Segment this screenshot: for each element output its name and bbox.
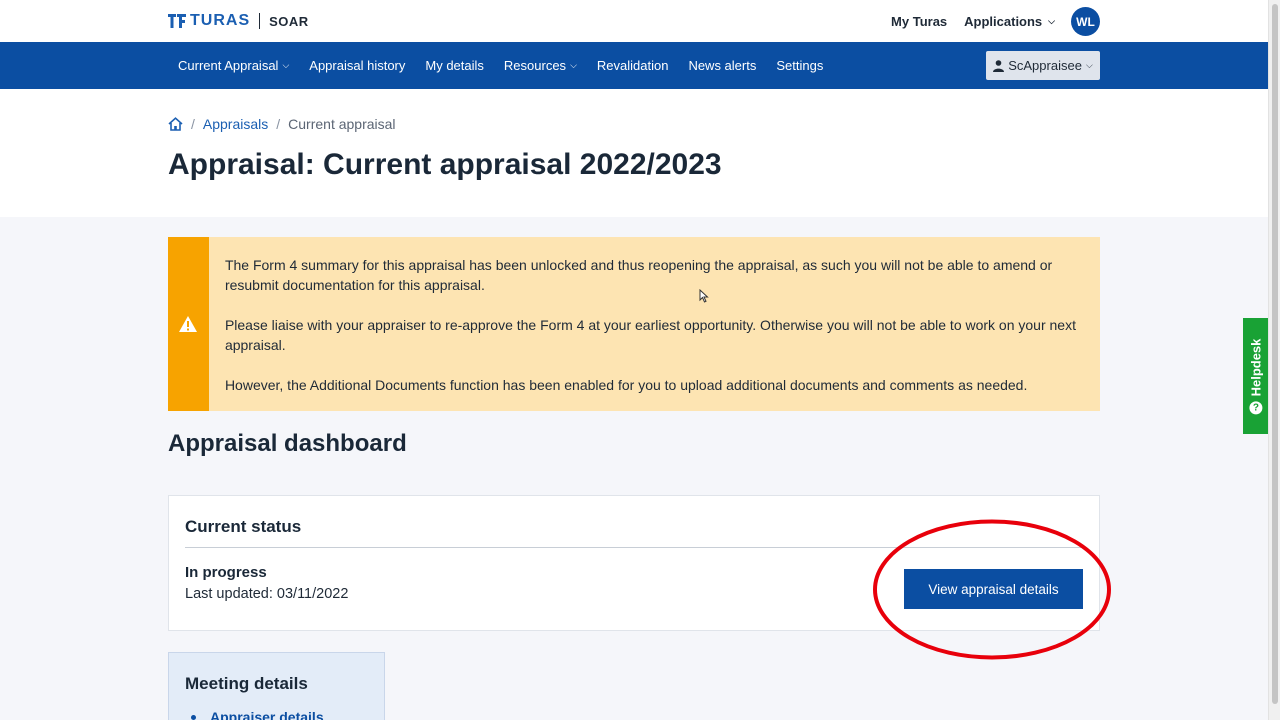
nav-item-label: My details: [425, 58, 484, 73]
chevron-down-icon: ⌵: [1048, 16, 1055, 26]
appraiser-details-link[interactable]: Appraiser details: [191, 709, 324, 720]
warning-icon: [179, 316, 198, 332]
card-title: Meeting details: [185, 674, 308, 693]
card-title: Current status: [185, 517, 302, 536]
nav-item-resources[interactable]: Resources ⌵: [494, 58, 587, 73]
nav-item-my-details[interactable]: My details: [415, 58, 494, 73]
nav-item-label: Revalidation: [596, 58, 669, 73]
brand-divider: [259, 13, 261, 29]
alert-body: The Form 4 summary for this appraisal ha…: [209, 237, 1100, 411]
brand-logo[interactable]: TURAS SOAR: [168, 11, 309, 31]
chevron-down-icon: ⌵: [282, 60, 290, 70]
avatar[interactable]: WL: [1071, 7, 1100, 36]
alert-paragraph: Please liaise with your appraiser to re-…: [224, 317, 1076, 353]
question-icon: ?: [1249, 400, 1262, 414]
user-icon: [993, 59, 1005, 72]
link-label: Appraiser details: [210, 709, 324, 720]
top-bar: TURAS SOAR My Turas Applications ⌵ WL: [0, 0, 1268, 42]
meeting-details-card: Meeting details Appraiser details: [168, 652, 385, 720]
home-icon[interactable]: [168, 117, 183, 131]
top-links: My Turas Applications ⌵ WL: [874, 7, 1100, 36]
applications-label: Applications: [964, 14, 1043, 29]
status-value: In progress: [185, 564, 267, 581]
nav-item-label: Resources: [503, 58, 567, 73]
dashboard-title: Appraisal dashboard: [168, 430, 407, 457]
mouse-cursor-icon: [699, 289, 709, 303]
page-title: Appraisal: Current appraisal 2022/2023: [168, 148, 722, 181]
nav-item-label: News alerts: [688, 58, 757, 73]
breadcrumb-separator: /: [191, 116, 195, 132]
alert-paragraph: However, the Additional Documents functi…: [224, 377, 1028, 393]
chevron-down-icon: ⌵: [1085, 60, 1093, 70]
nav-item-label: Current Appraisal: [178, 58, 279, 73]
product-name: SOAR: [269, 13, 309, 29]
nav-item-appraisal-history[interactable]: Appraisal history: [299, 58, 415, 73]
nav-item-current-appraisal[interactable]: Current Appraisal ⌵: [168, 58, 299, 73]
chevron-down-icon: ⌵: [570, 60, 577, 70]
turas-logo-icon: [168, 14, 186, 28]
breadcrumb-appraisals[interactable]: Appraisals: [203, 116, 268, 132]
page-scrollbar[interactable]: [1268, 0, 1280, 720]
applications-menu[interactable]: Applications ⌵: [964, 14, 1055, 29]
helpdesk-label: Helpdesk: [1248, 338, 1263, 396]
nav-item-revalidation[interactable]: Revalidation: [587, 58, 679, 73]
nav-item-label: Settings: [776, 58, 824, 73]
my-turas-link[interactable]: My Turas: [891, 14, 947, 29]
last-updated-text: Last updated: 03/11/2022: [185, 586, 349, 602]
scrollbar-thumb[interactable]: [1272, 4, 1278, 704]
brand-name: TURAS: [190, 12, 251, 29]
alert-icon-strip: [168, 237, 209, 411]
helpdesk-tab[interactable]: ? Helpdesk: [1243, 318, 1268, 434]
bullet-icon: [191, 714, 196, 720]
nav-item-label: Appraisal history: [309, 58, 406, 73]
warning-alert: The Form 4 summary for this appraisal ha…: [168, 237, 1100, 411]
breadcrumb-current: Current appraisal: [288, 116, 396, 132]
breadcrumb: / Appraisals / Current appraisal: [168, 116, 396, 132]
nav-item-news-alerts[interactable]: News alerts: [678, 58, 766, 73]
role-label: ScAppraisee: [1008, 58, 1082, 73]
nav-item-settings[interactable]: Settings: [766, 58, 833, 73]
breadcrumb-separator: /: [276, 116, 281, 132]
alert-paragraph: The Form 4 summary for this appraisal ha…: [224, 257, 1053, 293]
highlight-circle-annotation: [873, 519, 1111, 660]
role-switcher-button[interactable]: ScAppraisee ⌵: [986, 51, 1100, 80]
